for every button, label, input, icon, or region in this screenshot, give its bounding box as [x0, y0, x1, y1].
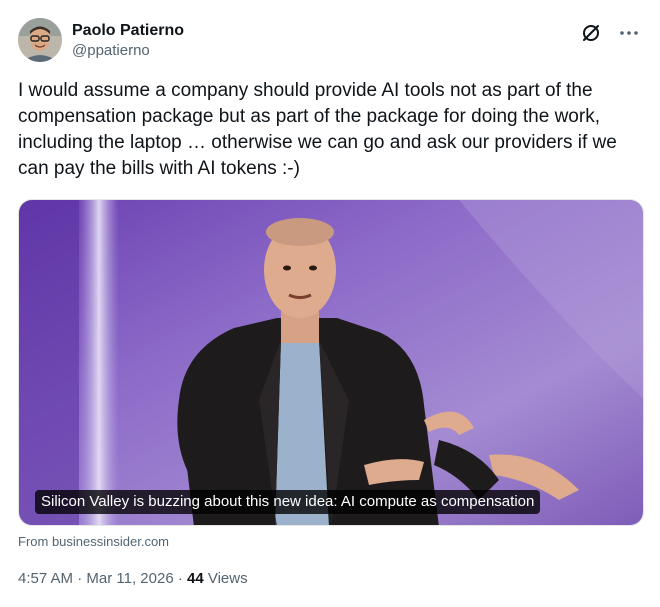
- tweet-meta: 4:57 AM · Mar 11, 2026 · 44 Views: [18, 569, 248, 589]
- link-card-media[interactable]: Silicon Valley is buzzing about this new…: [18, 199, 644, 526]
- post-time[interactable]: 4:57 AM: [18, 570, 73, 587]
- meta-separator-2: ·: [173, 570, 188, 587]
- tweet-card: Paolo Patierno @ppatierno I would assume…: [0, 0, 660, 607]
- meta-separator: ·: [73, 570, 87, 587]
- avatar[interactable]: [18, 18, 62, 62]
- link-source[interactable]: From businessinsider.com: [18, 533, 169, 551]
- views-count: 44: [187, 570, 204, 587]
- display-name[interactable]: Paolo Patierno: [72, 21, 184, 41]
- article-headline-caption: Silicon Valley is buzzing about this new…: [35, 490, 541, 514]
- x-logo-icon[interactable]: [580, 22, 602, 44]
- more-options-icon[interactable]: [618, 22, 640, 44]
- article-photo: [19, 200, 643, 525]
- tweet-text: I would assume a company should provide …: [18, 80, 617, 179]
- user-handle[interactable]: @ppatierno: [72, 41, 184, 61]
- avatar-image: [18, 18, 62, 62]
- tweet-header: Paolo Patierno @ppatierno: [18, 18, 642, 64]
- post-date[interactable]: Mar 11, 2026: [86, 570, 173, 587]
- author-names: Paolo Patierno @ppatierno: [72, 21, 184, 61]
- views-label: Views: [203, 570, 248, 587]
